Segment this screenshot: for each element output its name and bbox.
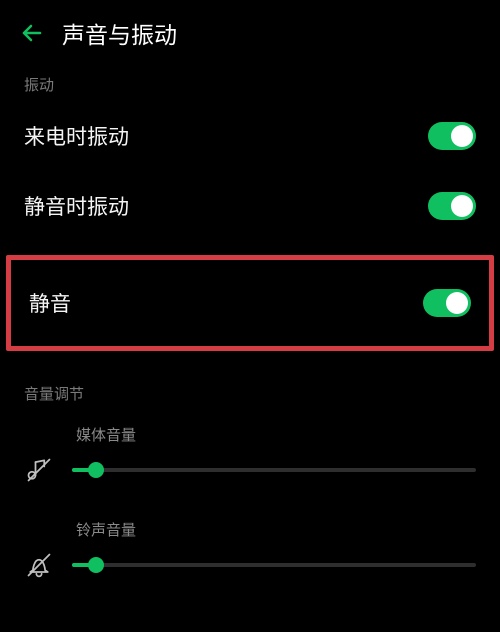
slider-thumb[interactable] — [88, 557, 104, 573]
header-bar: 声音与振动 — [0, 0, 500, 60]
music-note-muted-icon — [24, 455, 54, 485]
ringtone-volume-row — [24, 550, 476, 580]
row-silent-mode[interactable]: 静音 — [11, 260, 489, 346]
row-incoming-call-vibrate[interactable]: 来电时振动 — [0, 101, 500, 171]
row-label: 来电时振动 — [24, 121, 129, 151]
row-label: 静音 — [29, 288, 71, 318]
media-volume-slider[interactable] — [72, 468, 476, 472]
toggle-silent-mode[interactable] — [423, 289, 471, 317]
row-silent-vibrate[interactable]: 静音时振动 — [0, 171, 500, 241]
toggle-silent-vibrate[interactable] — [428, 192, 476, 220]
row-label: 静音时振动 — [24, 191, 129, 221]
ringtone-volume-block: 铃声音量 — [0, 503, 500, 598]
media-volume-row — [24, 455, 476, 485]
slider-thumb[interactable] — [88, 462, 104, 478]
highlighted-silent-row: 静音 — [6, 255, 494, 351]
bell-muted-icon — [24, 550, 54, 580]
ringtone-volume-slider[interactable] — [72, 563, 476, 567]
media-volume-block: 媒体音量 — [0, 408, 500, 503]
back-arrow-icon[interactable] — [20, 21, 44, 45]
volume-section-label: 音量调节 — [0, 361, 500, 408]
media-volume-label: 媒体音量 — [24, 408, 476, 455]
page-title: 声音与振动 — [62, 16, 177, 50]
ringtone-volume-label: 铃声音量 — [24, 503, 476, 550]
toggle-incoming-call-vibrate[interactable] — [428, 122, 476, 150]
vibration-section-label: 振动 — [0, 60, 500, 101]
